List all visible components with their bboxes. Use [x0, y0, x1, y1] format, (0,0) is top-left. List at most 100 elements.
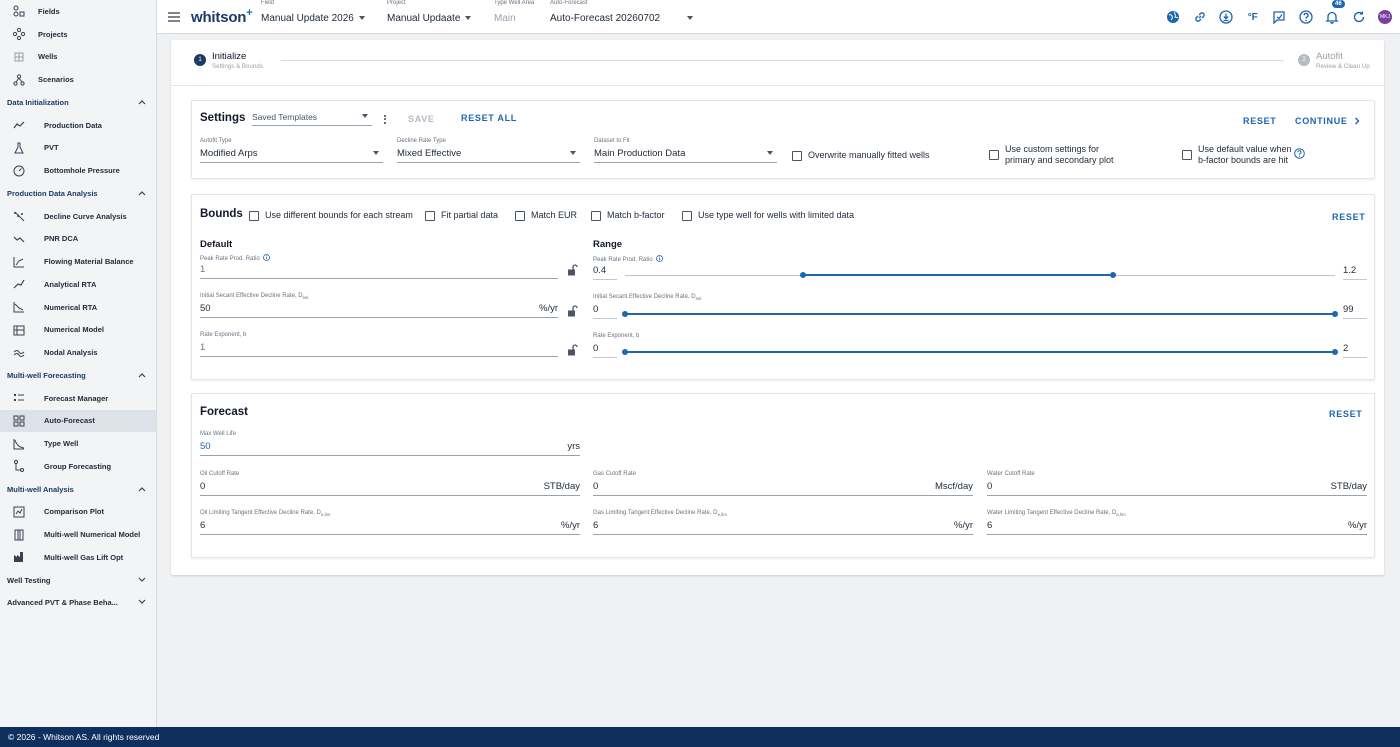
- reset-button[interactable]: RESET: [1243, 116, 1277, 126]
- sidebar-section-well-testing[interactable]: Well Testing: [0, 569, 156, 592]
- help-icon[interactable]: [1293, 0, 1320, 34]
- saved-templates-select[interactable]: Saved Templates: [252, 112, 372, 126]
- sidebar-section-advanced-pvt[interactable]: Advanced PVT & Phase Beha...: [0, 592, 156, 615]
- oil-cutoff-input[interactable]: Oil Cutoff Rate 0 STB/day: [200, 471, 580, 496]
- gas-cutoff-input[interactable]: Gas Cutoff Rate 0 Mscf/day: [593, 471, 973, 496]
- unlock-icon[interactable]: [566, 344, 578, 356]
- sidebar-item-numerical-rta[interactable]: Numerical RTA: [0, 296, 156, 319]
- feedback-icon[interactable]: [1266, 0, 1293, 34]
- checkbox-label: Match b-factor: [607, 210, 665, 220]
- match-bfactor-checkbox[interactable]: Match b-factor: [591, 210, 665, 221]
- sidebar-item-auto-forecast[interactable]: Auto-Forecast: [0, 409, 156, 433]
- sidebar-item-pvt[interactable]: PVT: [0, 137, 156, 160]
- slider-thumb-high[interactable]: [1332, 349, 1338, 355]
- unlock-icon[interactable]: [566, 305, 578, 317]
- sidebar-item-production-data[interactable]: Production Data: [0, 114, 156, 137]
- settings-title: Settings: [200, 112, 246, 124]
- sidebar-item-wells[interactable]: Wells: [0, 46, 156, 69]
- autofit-type-select[interactable]: Autofit Type Modified Arps: [200, 138, 383, 163]
- step-2-indicator[interactable]: 2: [1298, 54, 1310, 66]
- project-select[interactable]: Project Manual Updaate: [387, 0, 473, 34]
- slider-thumb-low[interactable]: [622, 349, 628, 355]
- step-1-indicator[interactable]: 1: [194, 54, 206, 66]
- slider-thumb-low[interactable]: [622, 311, 628, 317]
- max-well-life-input[interactable]: Max Well Life 50 yrs: [200, 431, 580, 456]
- field-select[interactable]: Field Manual Update 2026: [261, 0, 369, 34]
- secant-range-min-input[interactable]: Initial Secant Effective Decline Rate, D…: [593, 294, 701, 319]
- slider-thumb-high[interactable]: [1110, 272, 1117, 278]
- sidebar-item-pnr-dca[interactable]: PNR DCA: [0, 228, 156, 251]
- secant-decline-range-slider[interactable]: [622, 308, 1338, 320]
- sidebar-item-decline-curve-analysis[interactable]: Decline Curve Analysis: [0, 205, 156, 228]
- sidebar-item-scenarios[interactable]: Scenarios: [0, 68, 156, 91]
- bounds-reset-button[interactable]: RESET: [1332, 212, 1366, 222]
- refresh-icon[interactable]: [1346, 0, 1373, 34]
- more-vert-icon[interactable]: [382, 112, 388, 126]
- rate-exponent-range-slider[interactable]: [622, 346, 1338, 358]
- slider-thumb-low[interactable]: [799, 272, 806, 278]
- sidebar-item-nodal-analysis[interactable]: Nodal Analysis: [0, 341, 156, 364]
- sidebar-item-flowing-material-balance[interactable]: Flowing Material Balance: [0, 250, 156, 273]
- water-cutoff-input[interactable]: Water Cutoff Rate 0 STB/day: [987, 471, 1367, 496]
- custom-settings-checkbox[interactable]: Use custom settings for primary and secon…: [989, 144, 1114, 166]
- sidebar-item-multi-well-numerical-model[interactable]: Multi-well Numerical Model: [0, 523, 156, 546]
- different-bounds-checkbox[interactable]: Use different bounds for each stream: [249, 210, 413, 221]
- rate-exp-range-min-input[interactable]: Rate Exponent, b 0: [593, 333, 639, 358]
- forecast-reset-button[interactable]: RESET: [1329, 409, 1363, 419]
- sidebar-item-numerical-model[interactable]: Numerical Model: [0, 319, 156, 342]
- dataset-select[interactable]: Dataset to Fit Main Production Data: [594, 138, 777, 163]
- match-eur-checkbox[interactable]: Match EUR: [515, 210, 577, 221]
- download-icon[interactable]: [1213, 0, 1240, 34]
- overwrite-fitted-checkbox[interactable]: Overwrite manually fitted wells: [792, 150, 930, 161]
- secant-range-max-input[interactable]: 99: [1343, 304, 1367, 319]
- type-well-limited-checkbox[interactable]: Use type well for wells with limited dat…: [682, 210, 854, 221]
- sidebar-item-bottomhole-pressure[interactable]: Bottomhole Pressure: [0, 159, 156, 182]
- unlock-icon[interactable]: [566, 264, 578, 276]
- sidebar-item-forecast-manager[interactable]: Forecast Manager: [0, 387, 156, 410]
- info-icon[interactable]: [656, 255, 664, 262]
- fit-partial-checkbox[interactable]: Fit partial data: [425, 210, 498, 221]
- avatar[interactable]: MKJ: [1378, 10, 1392, 24]
- sidebar-item-comparison-plot[interactable]: Comparison Plot: [0, 501, 156, 524]
- peak-range-min-input[interactable]: Peak Rate Prod. Ratio 0.4: [593, 255, 664, 280]
- notifications-button[interactable]: 46: [1319, 0, 1346, 34]
- peak-rate-range-slider[interactable]: [625, 269, 1335, 281]
- slider-thumb-high[interactable]: [1332, 311, 1338, 317]
- sidebar-section-production-data-analysis[interactable]: Production Data Analysis: [0, 182, 156, 205]
- sidebar-item-type-well[interactable]: Type Well: [0, 432, 156, 455]
- auto-forecast-select[interactable]: Auto-Forecast Auto-Forecast 20260702: [550, 0, 695, 34]
- save-button[interactable]: SAVE: [408, 114, 435, 124]
- continue-button[interactable]: CONTINUE: [1295, 116, 1361, 126]
- reset-all-button[interactable]: RESET ALL: [461, 113, 517, 123]
- sidebar-item-projects[interactable]: Projects: [0, 23, 156, 46]
- sidebar-section-multi-well-forecasting[interactable]: Multi-well Forecasting: [0, 364, 156, 387]
- rate-exponent-input[interactable]: Rate Exponent, b 1: [200, 332, 558, 357]
- info-icon[interactable]: [263, 254, 271, 261]
- app-logo[interactable]: whitson+: [191, 7, 253, 26]
- default-value-checkbox[interactable]: Use default value when b-factor bounds ar…: [1182, 144, 1292, 166]
- initial-secant-decline-input[interactable]: Initial Secant Effective Decline Rate, D…: [200, 293, 558, 318]
- scenarios-icon: [0, 74, 38, 86]
- step-2-title[interactable]: Autofit: [1316, 51, 1343, 62]
- step-1-title[interactable]: Initialize: [212, 51, 246, 62]
- help-circle-icon[interactable]: [1294, 148, 1305, 159]
- decline-rate-type-select[interactable]: Decline Rate Type Mixed Effective: [397, 138, 580, 163]
- peak-range-max-input[interactable]: 1.2: [1343, 265, 1367, 280]
- gas-limiting-decline-input[interactable]: Gas Limiting Tangent Effective Decline R…: [593, 510, 973, 535]
- sidebar-section-data-initialization[interactable]: Data Initialization: [0, 91, 156, 114]
- water-limiting-decline-input[interactable]: Water Limiting Tangent Effective Decline…: [987, 510, 1367, 535]
- type-well-area-select[interactable]: Type Well Area Main: [494, 0, 540, 34]
- oil-limiting-decline-input[interactable]: Oil Limiting Tangent Effective Decline R…: [200, 510, 580, 535]
- menu-icon[interactable]: [159, 0, 189, 34]
- peak-rate-ratio-input[interactable]: Peak Rate Prod. Ratio 1: [200, 254, 558, 279]
- temperature-unit-toggle[interactable]: °F: [1240, 0, 1267, 34]
- field-value: Manual Update 2026: [261, 13, 354, 24]
- sidebar-item-analytical-rta[interactable]: Analytical RTA: [0, 273, 156, 296]
- link-icon[interactable]: [1187, 0, 1214, 34]
- globe-icon[interactable]: [1160, 0, 1187, 34]
- sidebar-item-multi-well-gas-lift-opt[interactable]: Multi-well Gas Lift Opt: [0, 546, 156, 569]
- sidebar-item-group-forecasting[interactable]: Group Forecasting: [0, 455, 156, 478]
- sidebar-item-fields[interactable]: Fields: [0, 0, 156, 23]
- rate-exp-range-max-input[interactable]: 2: [1343, 343, 1367, 358]
- sidebar-section-multi-well-analysis[interactable]: Multi-well Analysis: [0, 478, 156, 501]
